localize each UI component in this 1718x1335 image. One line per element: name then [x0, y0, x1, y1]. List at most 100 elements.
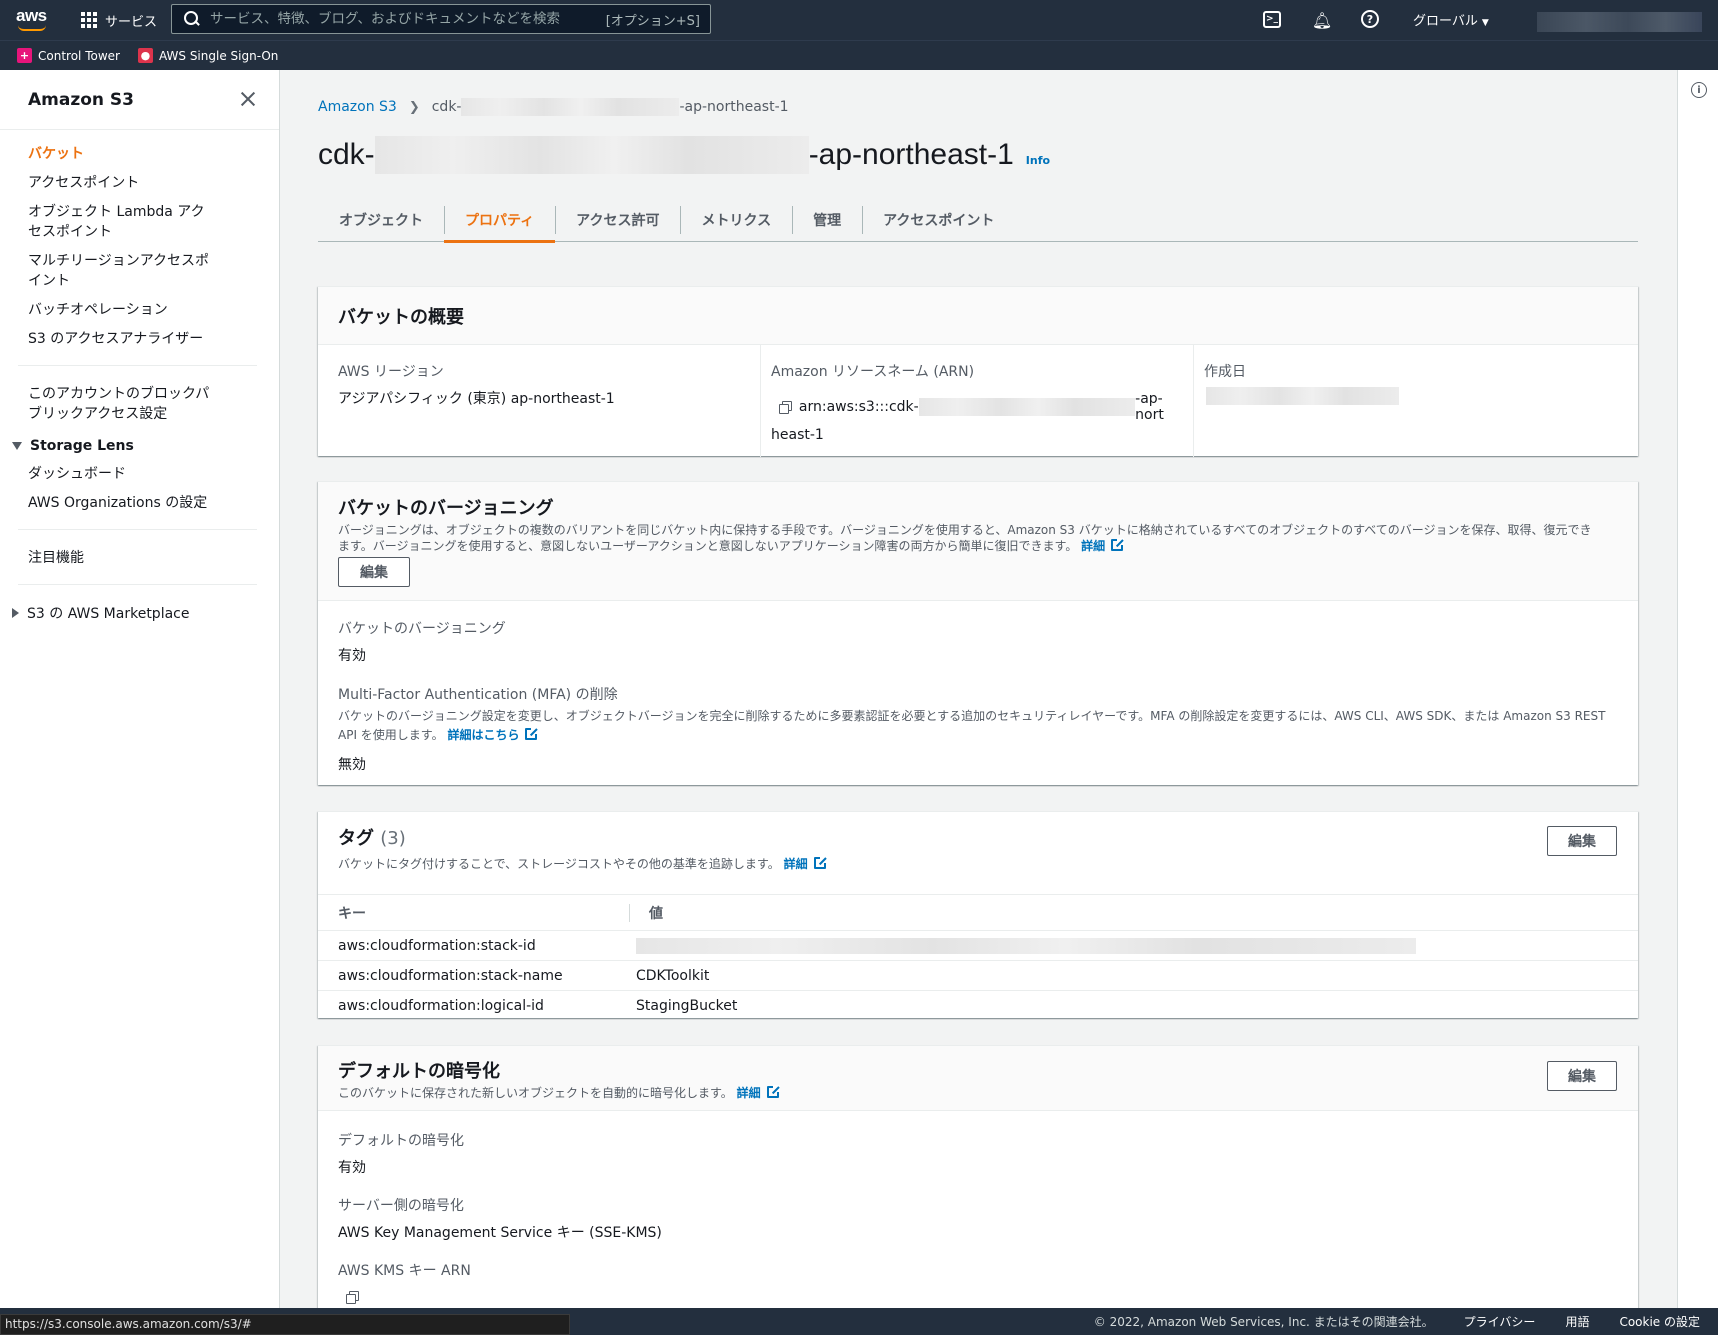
external-link-icon — [525, 727, 539, 740]
created-field: 作成日 — [1204, 361, 1604, 405]
arn-value: arn:aws:s3:::cdk- -ap-nort — [771, 391, 1191, 423]
arn-suffix: -ap-nort — [1135, 391, 1164, 423]
learn-more-link[interactable]: 詳細 — [737, 1086, 761, 1100]
sidenav-item-object-lambda[interactable]: オブジェクト Lambda アクセスポイント — [0, 202, 245, 242]
edit-encryption-button[interactable]: 編集 — [1547, 1061, 1617, 1091]
help-icon[interactable]: ? — [1361, 10, 1379, 28]
sse-value: AWS Key Management Service キー (SSE-KMS) — [338, 1225, 662, 1241]
learn-more-link[interactable]: 詳細 — [784, 857, 808, 871]
mfa-delete-value: 無効 — [338, 757, 366, 773]
description-text: バージョニングは、オブジェクトの複数のバリアントを同じバケット内に保持する手段で… — [338, 523, 1592, 553]
table-header: キー 値 — [318, 895, 1638, 931]
section-label: Storage Lens — [30, 438, 134, 454]
tag-key: aws:cloudformation:stack-id — [338, 937, 536, 954]
divider — [18, 529, 257, 530]
breadcrumb-root-link[interactable]: Amazon S3 — [318, 99, 397, 115]
edit-tags-button[interactable]: 編集 — [1547, 826, 1617, 856]
sidenav-item-block-public-access[interactable]: このアカウントのブロックパブリックアクセス設定 — [0, 384, 245, 424]
tag-value — [629, 937, 1638, 954]
info-circle-icon[interactable]: i — [1691, 82, 1707, 98]
page-title-suffix: -ap-northeast-1 — [808, 138, 1014, 171]
column-header-value[interactable]: 値 — [629, 903, 1638, 922]
region-value: アジアパシフィック (東京) ap-northeast-1 — [338, 391, 615, 407]
footer-cookie-link[interactable]: Cookie の設定 — [1619, 1313, 1700, 1330]
sidenav-item-access-analyzer[interactable]: S3 のアクセスアナライザー — [0, 329, 279, 349]
kms-arn-field: AWS KMS キー ARN — [338, 1260, 471, 1306]
aws-logo[interactable]: aws — [16, 6, 48, 32]
search-input[interactable] — [210, 11, 606, 27]
page-title-prefix: cdk- — [318, 138, 375, 171]
bucket-overview-card: バケットの概要 AWS リージョン アジアパシフィック (東京) ap-nort… — [318, 286, 1638, 457]
browser-status-url: https://s3.console.aws.amazon.com/s3/# — [0, 1314, 570, 1335]
region-selector[interactable]: グローバル ▼ — [1413, 10, 1489, 29]
column-header-key[interactable]: キー — [318, 903, 629, 923]
tab-permissions[interactable]: アクセス許可 — [555, 198, 680, 242]
tab-management[interactable]: 管理 — [792, 198, 862, 242]
kms-arn-label: AWS KMS キー ARN — [338, 1263, 471, 1279]
sidenav-list: バケット アクセスポイント オブジェクト Lambda アクセスポイント マルチ… — [0, 130, 279, 623]
sidenav-item-multi-region[interactable]: マルチリージョンアクセスポイント — [0, 251, 245, 291]
versioning-status-value: 有効 — [338, 648, 366, 664]
default-encryption-value: 有効 — [338, 1160, 366, 1176]
footer-privacy-link[interactable]: プライバシー — [1464, 1313, 1536, 1330]
copy-icon[interactable] — [346, 1291, 359, 1304]
versioning-status-label: バケットのバージョニング — [338, 621, 506, 637]
notifications-bell-icon[interactable]: 🔔︎ — [1312, 10, 1332, 30]
table-row: aws:cloudformation:stack-id — [318, 931, 1638, 961]
sidenav-item-batch-operations[interactable]: バッチオペレーション — [0, 300, 279, 320]
tab-objects[interactable]: オブジェクト — [318, 198, 444, 242]
copy-icon[interactable] — [779, 401, 792, 414]
learn-more-link[interactable]: 詳細 — [1081, 539, 1105, 553]
kms-arn-value — [338, 1290, 471, 1306]
sidenav-section-storage-lens[interactable]: Storage Lens — [0, 438, 279, 454]
redacted-stack-id — [636, 937, 1416, 954]
services-menu-button[interactable]: サービス — [81, 9, 157, 31]
cloudshell-icon[interactable]: >_ — [1263, 11, 1281, 28]
main-content: Amazon S3 ❯ cdk- -ap-northeast-1 cdk- -a… — [281, 70, 1676, 1308]
card-description: バケットにタグ付けすることで、ストレージコストやその他の基準を追跡します。 詳細 — [338, 856, 1618, 872]
account-menu-redacted[interactable] — [1537, 12, 1702, 32]
favorite-sso[interactable]: ● AWS Single Sign-On — [137, 48, 278, 63]
tag-value: CDKToolkit — [636, 967, 710, 984]
sidenav-item-access-points[interactable]: アクセスポイント — [0, 173, 279, 193]
breadcrumb: Amazon S3 ❯ cdk- -ap-northeast-1 — [318, 98, 789, 116]
redacted-created-date — [1206, 387, 1399, 405]
region-field: AWS リージョン アジアパシフィック (東京) ap-northeast-1 — [338, 361, 738, 408]
region-label: AWS リージョン — [338, 364, 444, 380]
close-icon[interactable] — [239, 90, 257, 108]
search-bar[interactable]: [オプション+S] — [171, 4, 711, 34]
sidenav-item-dashboards[interactable]: ダッシュボード — [0, 464, 279, 484]
tab-access-points[interactable]: アクセスポイント — [862, 198, 1015, 242]
divider — [1193, 345, 1194, 457]
mfa-delete-description: バケットのバージョニング設定を変更し、オブジェクトバージョンを完全に削除するため… — [338, 707, 1628, 745]
aws-logo-text: aws — [16, 6, 47, 25]
table-row: aws:cloudformation:logical-id StagingBuc… — [318, 991, 1638, 1021]
edit-versioning-button[interactable]: 編集 — [338, 557, 410, 587]
favorite-control-tower[interactable]: + Control Tower — [17, 48, 120, 63]
info-link[interactable]: Info — [1026, 154, 1050, 167]
learn-more-link[interactable]: 詳細はこちら — [447, 728, 519, 742]
sidenav-item-buckets[interactable]: バケット — [0, 144, 279, 164]
tab-metrics[interactable]: メトリクス — [680, 198, 792, 242]
tag-key: aws:cloudformation:logical-id — [338, 998, 544, 1014]
footer-terms-link[interactable]: 用語 — [1565, 1313, 1589, 1330]
sidenav-header: Amazon S3 — [0, 70, 279, 130]
card-header: バケットのバージョニング バージョニングは、オブジェクトの複数のバリアントを同じ… — [318, 482, 1638, 601]
sidenav-item-organizations[interactable]: AWS Organizations の設定 — [0, 493, 279, 513]
sidenav-section-marketplace[interactable]: S3 の AWS Marketplace — [0, 603, 279, 623]
sidenav-item-featured[interactable]: 注目機能 — [0, 548, 279, 568]
card-description: バージョニングは、オブジェクトの複数のバリアントを同じバケット内に保持する手段で… — [338, 522, 1598, 554]
external-link-icon — [1111, 538, 1125, 551]
services-label: サービス — [105, 14, 158, 30]
top-navigation: aws サービス [オプション+S] >_ 🔔︎ ? グローバル▼ — [0, 0, 1718, 40]
tab-bar: オブジェクト プロパティ アクセス許可 メトリクス 管理 アクセスポイント — [318, 198, 1638, 243]
sidenav-title[interactable]: Amazon S3 — [28, 90, 134, 110]
tab-properties[interactable]: プロパティ — [444, 198, 556, 243]
redacted-bucket-id — [461, 98, 680, 116]
default-encryption-field: デフォルトの暗号化 有効 — [338, 1130, 464, 1177]
tags-title: タグ — [338, 828, 374, 849]
section-label: S3 の AWS Marketplace — [27, 606, 190, 622]
favorites-bar: + Control Tower ● AWS Single Sign-On — [0, 40, 1718, 70]
caret-down-icon: ▼ — [1481, 18, 1489, 28]
divider — [18, 365, 257, 366]
